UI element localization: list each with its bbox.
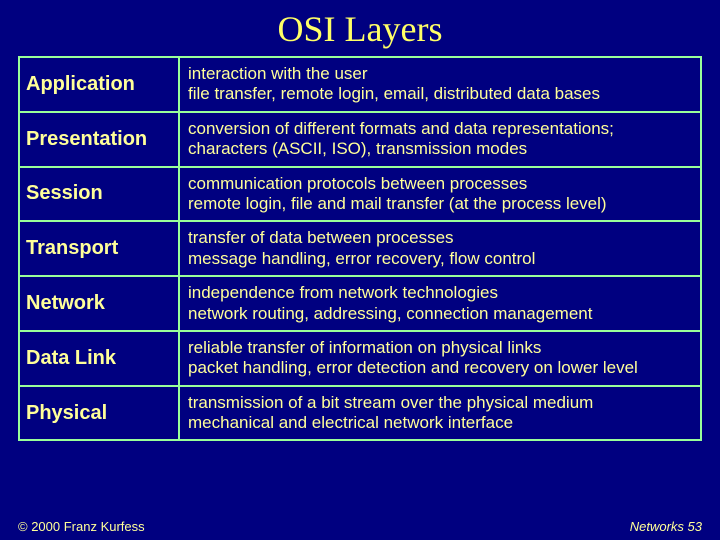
layer-desc-line: packet handling, error detection and rec… <box>188 358 694 378</box>
layer-desc-line: characters (ASCII, ISO), transmission mo… <box>188 139 694 159</box>
layer-desc: interaction with the user file transfer,… <box>180 58 700 111</box>
layer-desc-line: network routing, addressing, connection … <box>188 304 694 324</box>
layer-desc: conversion of different formats and data… <box>180 113 700 166</box>
table-row: Physical transmission of a bit stream ov… <box>18 387 702 442</box>
layer-name: Transport <box>20 222 180 275</box>
layer-desc-line: reliable transfer of information on phys… <box>188 338 694 358</box>
layer-desc-line: communication protocols between processe… <box>188 174 694 194</box>
table-row: Data Link reliable transfer of informati… <box>18 332 702 387</box>
layer-desc-line: mechanical and electrical network interf… <box>188 413 694 433</box>
table-row: Network independence from network techno… <box>18 277 702 332</box>
layer-desc-line: transfer of data between processes <box>188 228 694 248</box>
layer-desc: reliable transfer of information on phys… <box>180 332 700 385</box>
table-row: Application interaction with the user fi… <box>18 56 702 113</box>
layer-name: Network <box>20 277 180 330</box>
page-number: Networks 53 <box>630 519 702 534</box>
layer-desc-line: remote login, file and mail transfer (at… <box>188 194 694 214</box>
layer-desc: transmission of a bit stream over the ph… <box>180 387 700 440</box>
table-row: Transport transfer of data between proce… <box>18 222 702 277</box>
table-row: Presentation conversion of different for… <box>18 113 702 168</box>
layer-name: Data Link <box>20 332 180 385</box>
layer-desc-line: transmission of a bit stream over the ph… <box>188 393 694 413</box>
layer-desc-line: interaction with the user <box>188 64 694 84</box>
layer-desc: independence from network technologies n… <box>180 277 700 330</box>
layer-desc-line: conversion of different formats and data… <box>188 119 694 139</box>
layer-desc-line: message handling, error recovery, flow c… <box>188 249 694 269</box>
layer-name: Presentation <box>20 113 180 166</box>
layer-name: Session <box>20 168 180 221</box>
layer-name: Physical <box>20 387 180 440</box>
layer-desc-line: file transfer, remote login, email, dist… <box>188 84 694 104</box>
table-row: Session communication protocols between … <box>18 168 702 223</box>
slide-title: OSI Layers <box>18 8 702 50</box>
layer-desc-line: independence from network technologies <box>188 283 694 303</box>
slide: OSI Layers Application interaction with … <box>0 0 720 540</box>
footer: © 2000 Franz Kurfess Networks 53 <box>18 519 702 534</box>
layer-desc: transfer of data between processes messa… <box>180 222 700 275</box>
copyright: © 2000 Franz Kurfess <box>18 519 145 534</box>
osi-table: Application interaction with the user fi… <box>18 56 702 441</box>
layer-desc: communication protocols between processe… <box>180 168 700 221</box>
layer-name: Application <box>20 58 180 111</box>
